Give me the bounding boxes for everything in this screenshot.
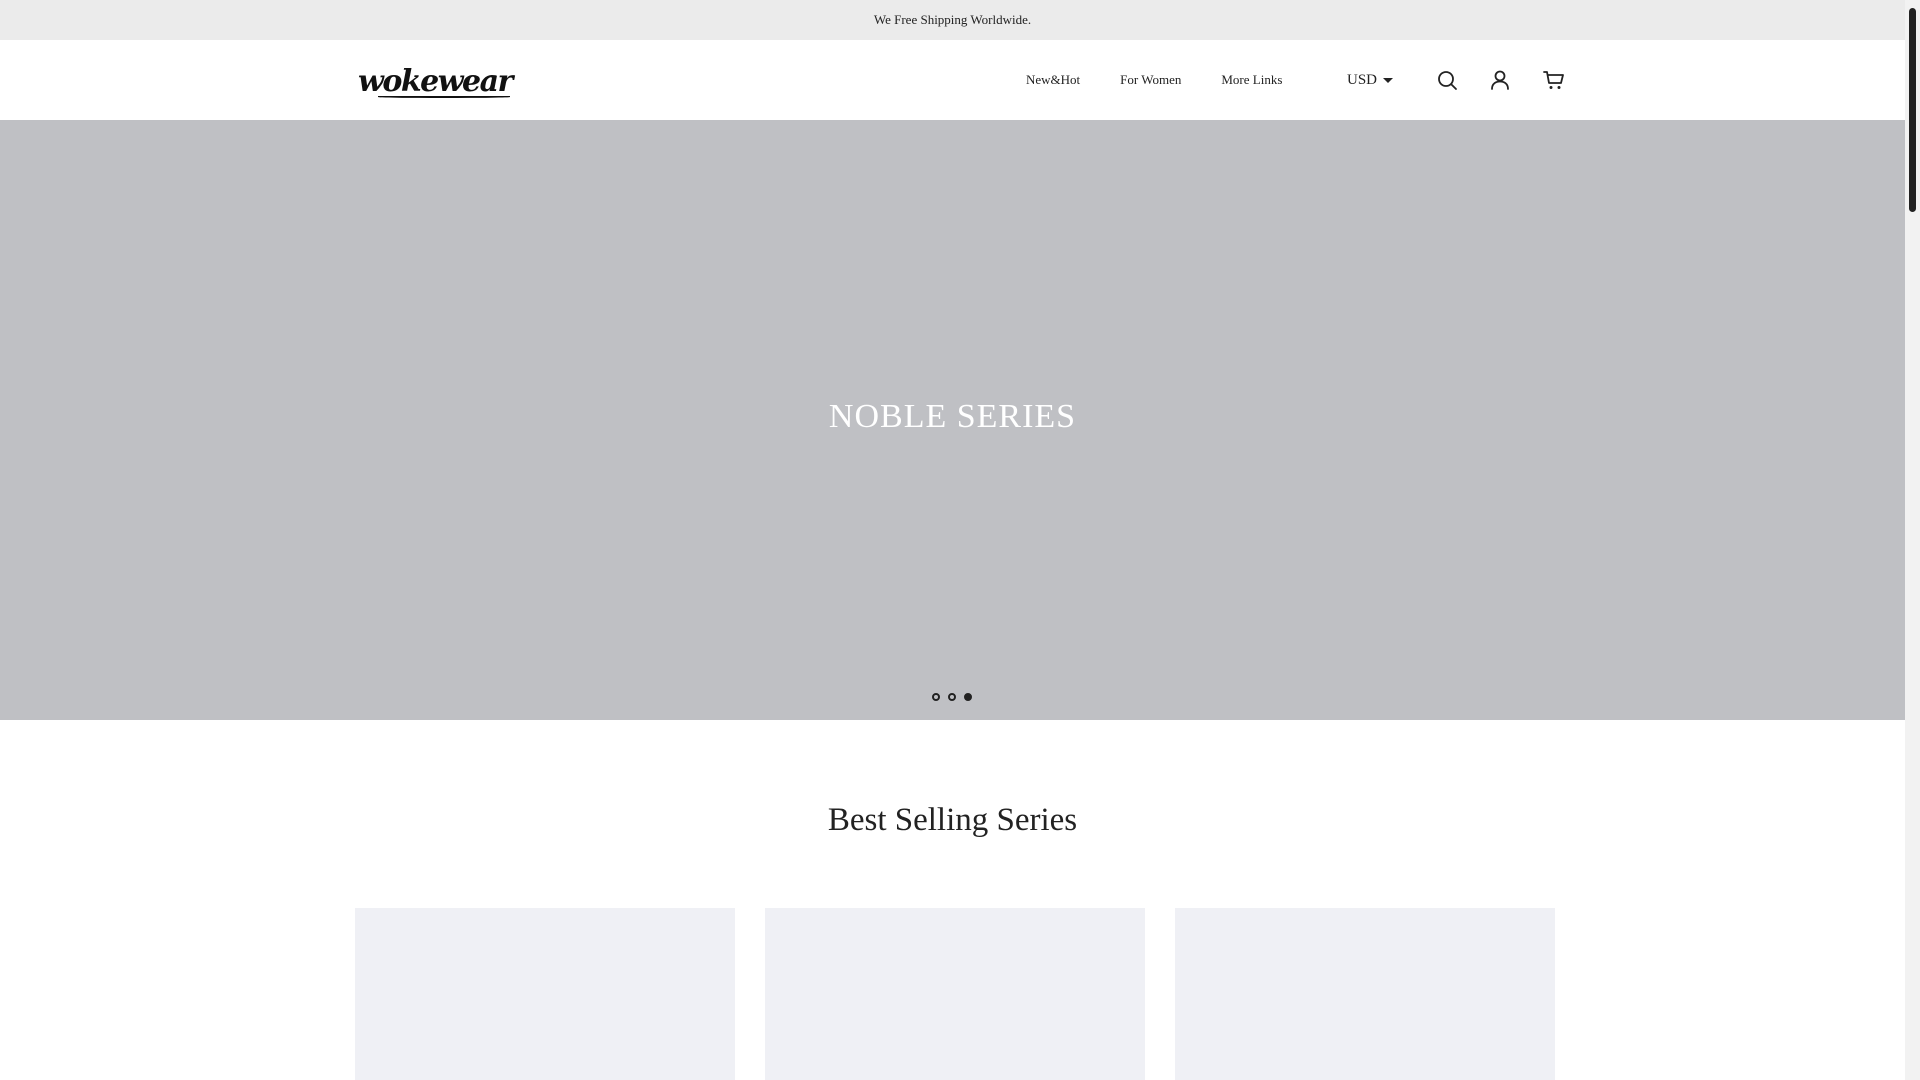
announcement-bar: We Free Shipping Worldwide.: [0, 0, 1905, 40]
scrollbar-thumb[interactable]: [1909, 8, 1916, 212]
section-title-best-selling: Best Selling Series: [827, 802, 1078, 838]
cart-icon[interactable]: [1542, 68, 1566, 92]
series-card[interactable]: [765, 908, 1145, 1080]
hero-title: NOBLE SERIES: [828, 398, 1077, 435]
best-selling-grid: [355, 908, 1555, 1080]
slider-dot-1[interactable]: [932, 693, 940, 701]
series-card[interactable]: [1175, 908, 1555, 1080]
main-nav: New&Hot For Women More Links: [1026, 40, 1282, 120]
nav-item-more-links[interactable]: More Links: [1221, 72, 1282, 88]
caret-down-icon: [1383, 77, 1394, 83]
nav-item-new-hot[interactable]: New&Hot: [1026, 72, 1080, 88]
currency-selector[interactable]: USD: [1347, 40, 1394, 120]
brand-logo[interactable]: wokewear: [358, 64, 513, 99]
announcement-text: We Free Shipping Worldwide.: [873, 12, 1032, 27]
site-header: wokewear New&Hot For Women More Links US…: [0, 40, 1905, 121]
page-scrollbar[interactable]: [1905, 0, 1920, 1080]
slider-dots: [932, 693, 972, 701]
currency-value: USD: [1347, 71, 1378, 88]
slider-dot-2[interactable]: [948, 693, 956, 701]
search-icon[interactable]: [1435, 68, 1459, 92]
hero-banner[interactable]: NOBLE SERIES: [0, 120, 1905, 720]
nav-item-for-women[interactable]: For Women: [1120, 72, 1181, 88]
slider-dot-3[interactable]: [964, 693, 972, 701]
series-card[interactable]: [355, 908, 735, 1080]
page: We Free Shipping Worldwide. wokewear New…: [0, 0, 1905, 1080]
account-icon[interactable]: [1488, 68, 1512, 92]
